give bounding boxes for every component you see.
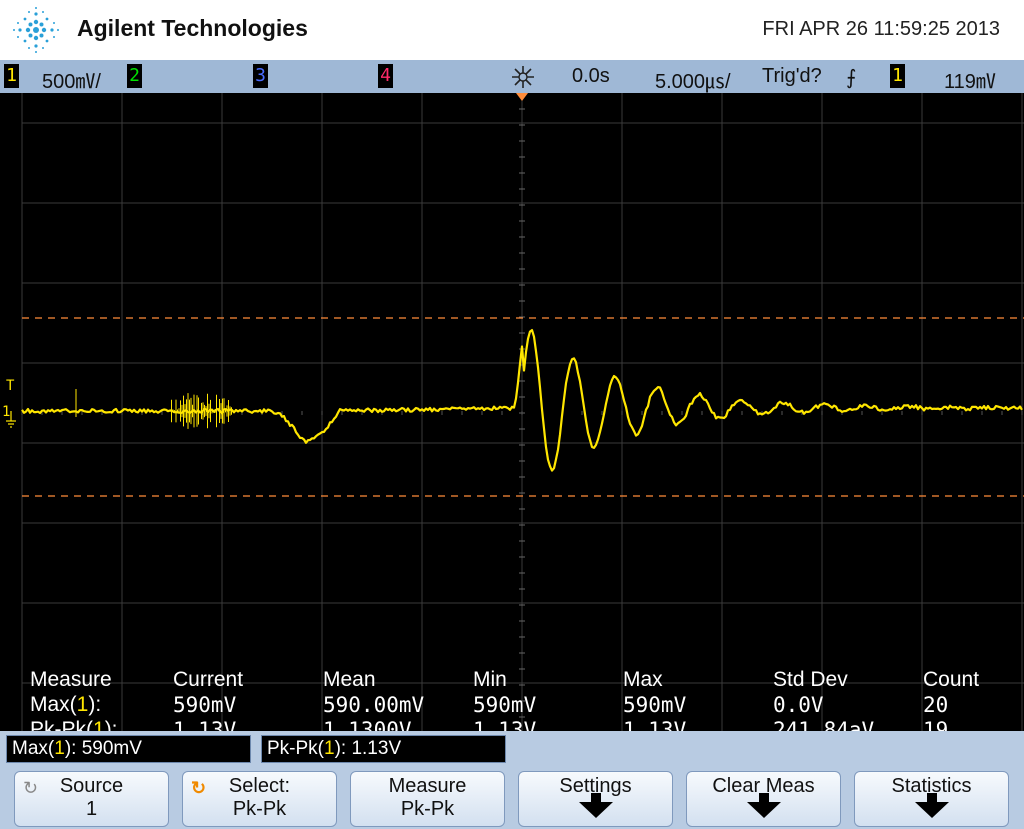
channel-2-indicator[interactable]: 2 — [127, 64, 142, 88]
channel-1-indicator[interactable]: 1 — [4, 64, 19, 88]
brand-name: Agilent Technologies — [77, 15, 308, 42]
channel-3-indicator[interactable]: 3 — [253, 64, 268, 88]
date-time: FRI APR 26 11:59:25 2013 — [762, 18, 1000, 41]
down-arrow-icon — [747, 802, 781, 818]
agilent-spark-logo-icon — [12, 6, 60, 54]
measurement-box-pkpk: Pk-Pk(1): 1.13V — [261, 735, 506, 763]
trigger-source-indicator[interactable]: 1 — [890, 64, 905, 88]
header-min: Min — [473, 668, 507, 692]
trigger-level-marker: T — [6, 378, 15, 394]
select-softkey-label: Select: — [183, 775, 336, 798]
down-arrow-icon — [915, 802, 949, 818]
row-max-stddev: 0.0V — [773, 693, 824, 717]
row-max-max: 590mV — [623, 693, 686, 717]
header-current: Current — [173, 668, 243, 692]
trigger-level: 119㎷ — [944, 65, 996, 94]
measure-softkey-value: Pk-Pk — [351, 798, 504, 821]
measure-softkey[interactable]: Measure Pk-Pk — [350, 771, 505, 827]
header-measure: Measure — [30, 668, 112, 692]
source-softkey-label: Source — [15, 775, 168, 798]
timebase-scale: 5.000㎲/ — [655, 65, 731, 94]
row-max-name: Max(1): — [30, 693, 101, 717]
header-std-dev: Std Dev — [773, 668, 848, 692]
header-bar: Agilent Technologies FRI APR 26 11:59:25… — [0, 0, 1024, 60]
down-arrow-icon — [579, 802, 613, 818]
row-max-mean: 590.00mV — [323, 693, 424, 717]
channel-4-indicator[interactable]: 4 — [378, 64, 393, 88]
channel-1-scale: 500㎷/ — [42, 65, 101, 94]
source-softkey-value: 1 — [15, 798, 168, 821]
trigger-slope-icon: ⨍ — [846, 65, 856, 90]
channel-1-ground-marker: 1 — [2, 404, 10, 420]
softkey-panel: Max(1): 590mV Pk-Pk(1): 1.13V ↻ Source 1… — [0, 731, 1024, 829]
measurement-box-max: Max(1): 590mV — [6, 735, 251, 763]
clear-meas-softkey[interactable]: Clear Meas — [686, 771, 841, 827]
measure-softkey-label: Measure — [351, 775, 504, 798]
horizontal-delay: 0.0s — [572, 65, 610, 88]
settings-softkey[interactable]: Settings — [518, 771, 673, 827]
header-count: Count — [923, 668, 979, 692]
channel-1-trace-noise — [76, 389, 232, 429]
select-softkey-value: Pk-Pk — [183, 798, 336, 821]
row-max-min: 590mV — [473, 693, 536, 717]
trigger-position-marker-icon — [516, 93, 528, 101]
waveform-graticule: T 1 — [0, 93, 1024, 731]
trigger-status: Trig'd? — [762, 65, 822, 88]
header-mean: Mean — [323, 668, 376, 692]
source-softkey[interactable]: ↻ Source 1 — [14, 771, 169, 827]
waveform-display[interactable]: T 1 Measure Current Mean Min Max Std Dev… — [0, 93, 1024, 731]
header-max: Max — [623, 668, 663, 692]
delay-knob-icon — [511, 65, 535, 89]
status-bar: 1 500㎷/ 2 3 4 0.0s 5.000㎲/ Trig'd? ⨍ 1 1… — [0, 60, 1024, 94]
row-max-count: 20 — [923, 693, 948, 717]
statistics-softkey[interactable]: Statistics — [854, 771, 1009, 827]
select-softkey[interactable]: ↻ Select: Pk-Pk — [182, 771, 337, 827]
row-max-current: 590mV — [173, 693, 236, 717]
